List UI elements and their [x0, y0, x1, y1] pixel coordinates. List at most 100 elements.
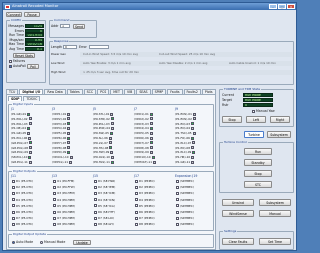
subtab-tdsvc[interactable]: TDSVC	[23, 96, 41, 101]
digital-output-item[interactable]: D6 (SE.HTF)	[93, 210, 115, 214]
digital-output-item[interactable]: (SP.HBEC)	[175, 191, 194, 195]
output-checkbox[interactable]	[12, 191, 15, 195]
digital-output-item[interactable]: D3 (P5.OTC)	[11, 191, 33, 195]
output-checkbox[interactable]	[12, 185, 15, 189]
output-checkbox[interactable]	[94, 204, 97, 208]
output-checkbox[interactable]	[53, 185, 56, 189]
minimize-icon[interactable]: –	[269, 4, 277, 9]
digital-output-item[interactable]: D2 (PP.PIO)	[134, 185, 155, 189]
output-checkbox[interactable]	[176, 210, 179, 214]
yaw-right-button[interactable]: Right	[270, 116, 290, 123]
output-checkbox[interactable]	[176, 179, 179, 183]
digital-output-item[interactable]: D5 (SE.YCA)	[93, 204, 115, 208]
output-checkbox[interactable]	[135, 216, 138, 220]
digital-output-item[interactable]: O8 (PO.HPM)	[52, 222, 75, 226]
digital-output-item[interactable]: D2 (P5.OTC)	[11, 185, 33, 189]
digital-output-item[interactable]: D4 (SE.YCN)	[93, 198, 115, 202]
stc-button[interactable]: STC	[244, 181, 272, 188]
manual-mode-option[interactable]: Manual Mode	[39, 240, 65, 244]
output-checkbox[interactable]	[135, 198, 138, 202]
output-checkbox[interactable]	[94, 185, 97, 189]
autopoll-option[interactable]: AutoPoll	[8, 64, 26, 68]
output-checkbox[interactable]	[53, 216, 56, 220]
maximize-icon[interactable]: □	[278, 4, 286, 9]
digital-output-item[interactable]: O1 (PO.FFM)	[52, 179, 74, 183]
failures-checkbox[interactable]	[9, 59, 12, 63]
output-checkbox[interactable]	[176, 216, 179, 220]
output-checkbox[interactable]	[176, 198, 179, 202]
unwind-button[interactable]: Unwind	[222, 199, 254, 206]
addr-field[interactable]: 1	[60, 24, 70, 28]
output-checkbox[interactable]	[94, 222, 97, 226]
yaw-left-button[interactable]: Left	[246, 116, 266, 123]
digital-output-item[interactable]: (SP.HBEC)	[175, 216, 194, 220]
output-checkbox[interactable]	[53, 210, 56, 214]
send-button[interactable]: Send	[73, 23, 85, 29]
digital-output-item[interactable]: D3 (SE.YCM)	[93, 191, 115, 195]
manual-yaw-option[interactable]: Manual Yaw	[251, 109, 275, 113]
digital-output-item[interactable]: D5 (P5.OTC)	[11, 204, 33, 208]
digital-output-item[interactable]: D1 (SE.HSR)	[93, 179, 115, 183]
manual-button[interactable]: Manual	[259, 210, 291, 217]
digital-output-item[interactable]: D8 (P5.OTC)	[11, 222, 33, 226]
unwind-subsystem-button[interactable]: Subsystem	[259, 199, 291, 206]
digital-output-item[interactable]: D8 (PP.PIO)	[134, 222, 155, 226]
output-checkbox[interactable]	[135, 222, 138, 226]
digital-output-item[interactable]: (SP.HBEC)	[175, 204, 194, 208]
output-checkbox[interactable]	[135, 179, 138, 183]
digital-output-item[interactable]: O6 (PO.HPM)	[52, 210, 75, 214]
digital-output-item[interactable]: (SP.HBEC)	[175, 210, 194, 214]
standby-button[interactable]: Standby	[244, 159, 272, 166]
pause-button[interactable]: Pause	[24, 12, 40, 17]
tab-turbine[interactable]: Turbine	[244, 131, 264, 138]
digital-output-item[interactable]: O5 (PO.HPM)	[52, 204, 75, 208]
output-checkbox[interactable]	[12, 198, 15, 202]
manual-mode-radio[interactable]	[40, 240, 43, 244]
digital-output-item[interactable]: D7 (PP.PIO)	[134, 216, 155, 220]
output-checkbox[interactable]	[53, 191, 56, 195]
output-checkbox[interactable]	[135, 185, 138, 189]
update-button[interactable]: Update	[73, 239, 91, 245]
close-icon[interactable]: ✕	[287, 4, 295, 9]
failures-option[interactable]: Failures	[8, 59, 25, 63]
output-checkbox[interactable]	[176, 185, 179, 189]
output-checkbox[interactable]	[53, 198, 56, 202]
output-checkbox[interactable]	[176, 204, 179, 208]
clear-faults-button[interactable]: Clear Faults	[222, 238, 254, 245]
digital-output-item[interactable]: O3 (PO.HFM)	[52, 191, 75, 195]
output-checkbox[interactable]	[176, 191, 179, 195]
connect-button[interactable]: Connect	[6, 12, 22, 17]
output-checkbox[interactable]	[12, 179, 15, 183]
digital-output-item[interactable]: O7 (PO.HPM)	[52, 216, 75, 220]
output-checkbox[interactable]	[94, 210, 97, 214]
yaw-stop-button[interactable]: Stop	[222, 116, 242, 123]
digital-output-item[interactable]: D1 (P5.OTC)	[11, 179, 33, 183]
output-checkbox[interactable]	[12, 222, 15, 226]
digital-output-item[interactable]: (SP.HBEC)	[175, 185, 194, 189]
autopoll-checkbox[interactable]	[9, 64, 12, 68]
output-checkbox[interactable]	[94, 216, 97, 220]
digital-output-item[interactable]: (SP.HBEC)	[175, 198, 194, 202]
digital-output-item[interactable]: D4 (PP.PIO)	[134, 198, 155, 202]
digital-output-item[interactable]: D7 (P5.OTC)	[11, 216, 33, 220]
output-checkbox[interactable]	[94, 198, 97, 202]
output-checkbox[interactable]	[135, 191, 138, 195]
digital-output-item[interactable]: O4 (PO.HPM)	[52, 198, 75, 202]
digital-output-item[interactable]: D2 (SE.YEM)	[93, 185, 115, 189]
poll-button[interactable]: Poll	[27, 64, 39, 69]
digital-output-item[interactable]: D6 (P5.OTC)	[11, 210, 33, 214]
output-checkbox[interactable]	[12, 210, 15, 214]
output-checkbox[interactable]	[12, 216, 15, 220]
digital-output-item[interactable]: D8 (SE.GH)	[93, 222, 114, 226]
digital-output-item[interactable]: D7 (SE.LOI)	[93, 216, 114, 220]
digital-output-item[interactable]: D4 (P5.OTC)	[11, 198, 33, 202]
run-button[interactable]: Run	[244, 148, 272, 155]
digital-output-item[interactable]: D1 (PP.PIO)	[134, 179, 155, 183]
windsense-button[interactable]: WindSense	[222, 210, 254, 217]
output-checkbox[interactable]	[53, 222, 56, 226]
output-checkbox[interactable]	[53, 179, 56, 183]
output-checkbox[interactable]	[135, 210, 138, 214]
output-checkbox[interactable]	[176, 222, 179, 226]
manual-yaw-checkbox[interactable]	[252, 109, 255, 113]
output-checkbox[interactable]	[53, 204, 56, 208]
